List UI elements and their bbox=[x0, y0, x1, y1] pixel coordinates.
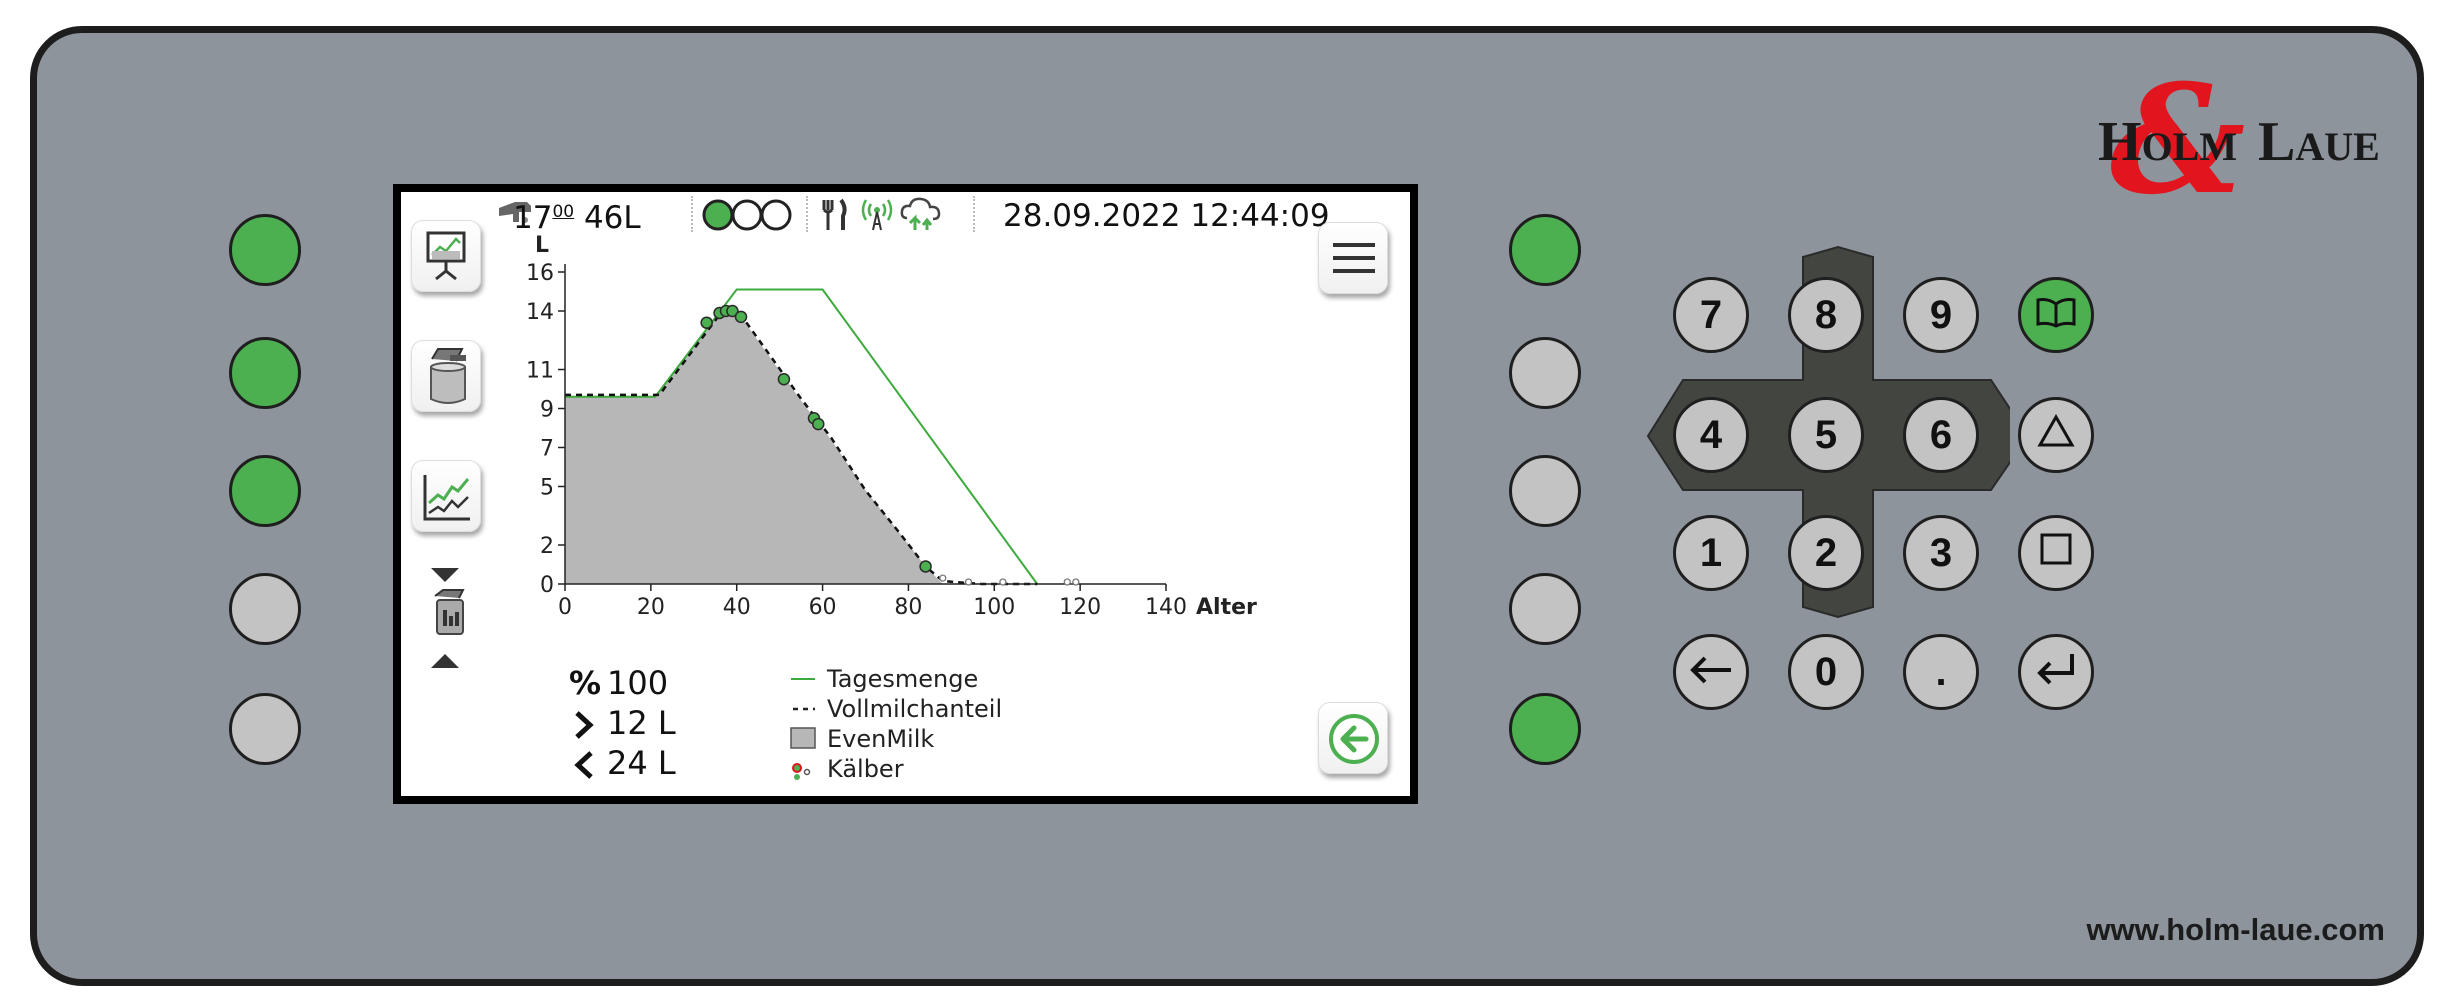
square-key[interactable] bbox=[2018, 515, 2094, 591]
svg-text:LAUE: LAUE bbox=[2258, 111, 2380, 173]
right-softkey-5[interactable] bbox=[1509, 693, 1581, 765]
y-tick-label: 11 bbox=[526, 359, 554, 384]
key-5[interactable]: 5 bbox=[1788, 397, 1864, 473]
x-tick-label: 40 bbox=[723, 595, 751, 620]
triangle-icon bbox=[2037, 413, 2075, 458]
x-tick-label: 100 bbox=[973, 595, 1015, 620]
x-axis-label: Alter bbox=[1196, 595, 1257, 620]
calf-marker-empty bbox=[1063, 578, 1071, 586]
enter-key[interactable] bbox=[2018, 634, 2094, 710]
greater-than-icon bbox=[573, 710, 595, 744]
legend-label: Kälber bbox=[827, 755, 904, 783]
left-softkey-4[interactable] bbox=[229, 573, 301, 645]
legend-label: Tagesmenge bbox=[827, 665, 979, 693]
display-screen: 1700 46L 28.09.2022 12:44:09 0 20 40 60 … bbox=[393, 184, 1418, 804]
y-tick-label: 9 bbox=[540, 398, 554, 423]
chart-legend: Tagesmenge Vollmilchanteil EvenMilk Kälb… bbox=[781, 664, 1021, 784]
key-7[interactable]: 7 bbox=[1673, 277, 1749, 353]
x-tick-label: 20 bbox=[637, 595, 665, 620]
enter-icon bbox=[2034, 650, 2078, 695]
stats-block: % 100 12 L 24 L bbox=[569, 664, 769, 790]
triangle-key[interactable] bbox=[2018, 397, 2094, 473]
calf-marker bbox=[700, 316, 713, 329]
key-4[interactable]: 4 bbox=[1673, 397, 1749, 473]
y-axis-label: L bbox=[535, 233, 549, 258]
calf-marker-empty bbox=[999, 578, 1007, 586]
calf-marker bbox=[812, 417, 825, 431]
right-softkey-3[interactable] bbox=[1509, 455, 1581, 527]
holm-laue-logo: & HOLM LAUE bbox=[2098, 52, 2388, 228]
y-tick-label: 0 bbox=[540, 573, 554, 598]
book-icon bbox=[2036, 293, 2076, 338]
key-8[interactable]: 8 bbox=[1788, 277, 1864, 353]
calf-marker-empty bbox=[964, 578, 973, 586]
legend-label: EvenMilk bbox=[827, 725, 935, 753]
legend-evenmilk-swatch bbox=[790, 727, 816, 749]
right-softkey-1[interactable] bbox=[1509, 214, 1581, 286]
legend-kaelber-swatch bbox=[792, 763, 811, 780]
key-3[interactable]: 3 bbox=[1903, 515, 1979, 591]
less-than-icon bbox=[573, 750, 595, 784]
percent-symbol: % bbox=[569, 664, 602, 702]
y-tick-label: 7 bbox=[540, 437, 554, 462]
book-key[interactable] bbox=[2018, 277, 2094, 353]
left-softkey-2[interactable] bbox=[229, 337, 301, 409]
y-tick-label: 2 bbox=[540, 534, 554, 559]
y-tick-label: 5 bbox=[540, 476, 554, 501]
y-tick-label: 14 bbox=[526, 300, 554, 325]
arrow-left-icon bbox=[1689, 650, 1733, 695]
left-softkey-3[interactable] bbox=[229, 455, 301, 527]
max-volume: 24 L bbox=[607, 744, 676, 782]
y-tick-label: 16 bbox=[526, 261, 554, 286]
calf-marker bbox=[777, 373, 791, 386]
key-9[interactable]: 9 bbox=[1903, 277, 1979, 353]
x-tick-label: 80 bbox=[894, 595, 922, 620]
right-softkey-4[interactable] bbox=[1509, 573, 1581, 645]
x-tick-label: 60 bbox=[809, 595, 837, 620]
right-softkey-2[interactable] bbox=[1509, 337, 1581, 409]
left-softkey-1[interactable] bbox=[229, 214, 301, 286]
key-dot[interactable]: . bbox=[1903, 634, 1979, 710]
backspace-key[interactable] bbox=[1673, 634, 1749, 710]
left-softkey-5[interactable] bbox=[229, 693, 301, 765]
website-url: www.holm-laue.com bbox=[2086, 912, 2385, 947]
x-tick-label: 0 bbox=[558, 595, 572, 620]
min-volume: 12 L bbox=[607, 704, 676, 742]
legend-label: Vollmilchanteil bbox=[827, 695, 1003, 723]
key-0[interactable]: 0 bbox=[1788, 634, 1864, 710]
square-icon bbox=[2039, 531, 2073, 576]
series-evenmilk-area bbox=[565, 307, 943, 584]
calf-marker-empty bbox=[1072, 578, 1080, 586]
percent-value: 100 bbox=[607, 664, 669, 702]
calf-marker-empty bbox=[939, 574, 947, 582]
key-1[interactable]: 1 bbox=[1673, 515, 1749, 591]
x-tick-label: 120 bbox=[1059, 595, 1101, 620]
calf-marker bbox=[734, 310, 748, 324]
calf-marker bbox=[919, 560, 932, 573]
key-6[interactable]: 6 bbox=[1903, 397, 1979, 473]
x-tick-label: 140 bbox=[1145, 595, 1187, 620]
key-2[interactable]: 2 bbox=[1788, 515, 1864, 591]
